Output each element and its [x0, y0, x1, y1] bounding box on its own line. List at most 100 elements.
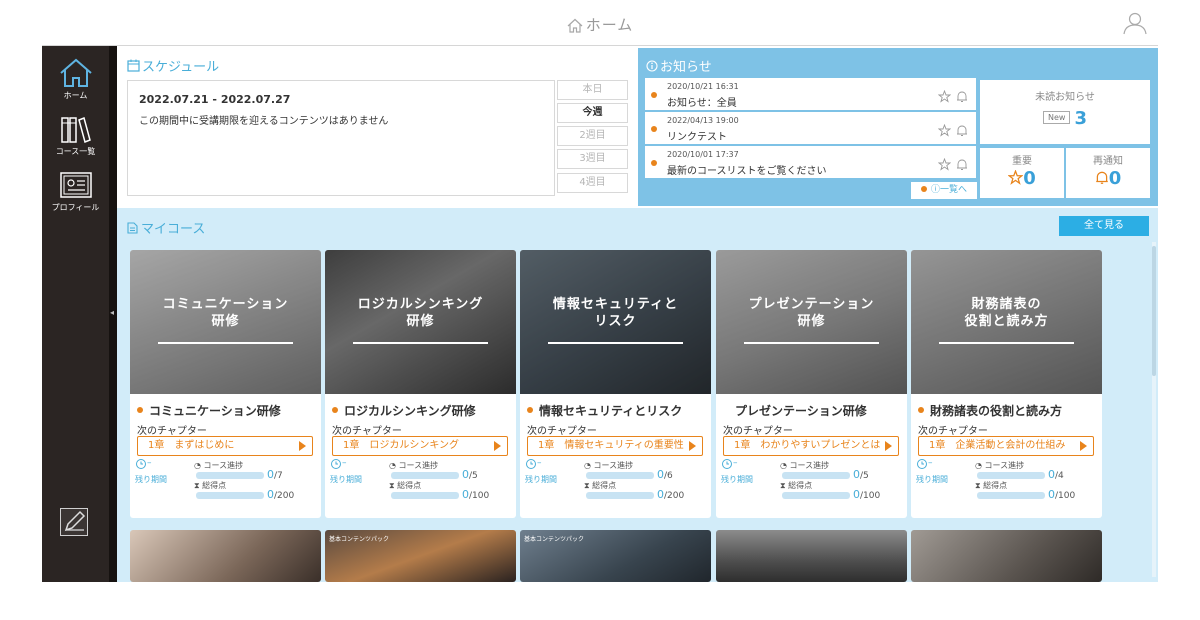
clock-icon	[917, 459, 927, 469]
important-news-box[interactable]: 重要 0	[980, 148, 1064, 198]
next-chapter-button[interactable]: 1章 情報セキュリティの重要性	[527, 436, 703, 456]
play-icon	[885, 441, 892, 451]
course-card[interactable]: ロジカルシンキング 研修ロジカルシンキング研修次のチャプター 1章 ロジカルシンキ…	[325, 250, 516, 518]
star-icon[interactable]	[937, 157, 952, 171]
sidebar-collapse-handle[interactable]: ◂	[109, 46, 117, 582]
course-name[interactable]: プレゼンテーション研修	[723, 402, 867, 419]
next-chapter-button[interactable]: 1章 わかりやすいプレゼンとは	[723, 436, 899, 456]
bell-icon[interactable]	[956, 158, 968, 171]
schedule-range: 2022.07.21 - 2022.07.27	[139, 93, 291, 106]
tab-today[interactable]: 本日	[557, 80, 628, 100]
caption-underline	[744, 342, 879, 344]
tab-week-4[interactable]: 4週目	[557, 173, 628, 193]
tab-week-3[interactable]: 3週目	[557, 149, 628, 169]
course-card[interactable]: 財務諸表の 役割と読み方 財務諸表の役割と読み方 次のチャプター 1章 企業活動と会計…	[911, 250, 1102, 518]
hourglass-icon: ⧗	[389, 481, 398, 490]
edit-button[interactable]	[60, 508, 88, 536]
play-icon	[1080, 441, 1087, 451]
thumbnail-caption: コミュニケーション 研修	[162, 297, 289, 329]
score-value: 0/100	[1048, 488, 1076, 501]
remaining-value: –	[733, 458, 738, 468]
next-chapter-label: 次のチャプター	[723, 426, 793, 437]
sidebar-item-courses[interactable]: コース一覧	[42, 114, 109, 157]
remaining-value: –	[928, 458, 933, 468]
user-menu[interactable]	[1122, 11, 1148, 39]
info-icon	[646, 60, 658, 72]
new-dot	[527, 407, 533, 413]
content-pack-tag: 基本コンテンツパック	[524, 536, 585, 543]
course-card[interactable]: コミュニケーション 研修 コミュニケーション研修 次のチャプター 1章 まずはじめに –…	[130, 250, 321, 518]
course-card[interactable]: 情報セキュリティと リスク 情報セキュリティとリスク 次のチャプター 1章 情報セキュ…	[520, 250, 711, 518]
next-chapter-button[interactable]: 1章 ロジカルシンキング	[332, 436, 508, 456]
schedule-message: この期間中に受講期限を迎えるコンテンツはありません	[139, 116, 389, 127]
next-chapter-label: 次のチャプター	[332, 426, 402, 437]
next-chapter-button[interactable]: 1章 まずはじめに	[137, 436, 313, 456]
remaining-value: –	[537, 458, 542, 468]
news-item[interactable]: 2020/10/21 16:31 お知らせ：全員	[645, 78, 976, 110]
remaining-label: 残り期間	[330, 475, 362, 484]
content-pack-tag: 基本コンテンツパック	[329, 536, 390, 543]
star-icon[interactable]	[937, 89, 952, 103]
renotify-news-box[interactable]: 再通知 0	[1066, 148, 1150, 198]
progress-bar	[586, 472, 654, 479]
main-content: スケジュール 2022.07.21 - 2022.07.27 この期間中に受講期…	[117, 46, 1158, 582]
tab-week-2[interactable]: 2週目	[557, 126, 628, 146]
hourglass-icon: ⧗	[584, 481, 593, 490]
remaining-label: 残り期間	[721, 475, 753, 484]
bell-icon[interactable]	[956, 90, 968, 103]
progress-value: 0/5	[853, 468, 869, 481]
new-badge: New	[1043, 111, 1071, 124]
score-bar	[782, 492, 850, 499]
course-thumbnail[interactable]: 情報セキュリティと リスク	[520, 250, 711, 394]
news-date: 2020/10/01 17:37	[667, 150, 739, 159]
sidebar-item-profile[interactable]: プロフィール	[42, 170, 109, 213]
course-card-row2[interactable]: 基本コンテンツパック	[325, 530, 516, 582]
thumbnail-caption: ロジカルシンキング 研修	[357, 297, 484, 329]
thumbnail-caption: プレゼンテーション 研修	[748, 297, 875, 329]
score-bar	[977, 492, 1045, 499]
thumbnail-caption: 財務諸表の 役割と読み方	[964, 297, 1049, 329]
course-card-row2[interactable]	[911, 530, 1102, 582]
sidebar-item-home[interactable]: ホーム	[42, 58, 109, 101]
user-icon[interactable]	[1122, 11, 1148, 35]
course-name[interactable]: 情報セキュリティとリスク	[527, 402, 682, 419]
top-bar: ホーム	[42, 0, 1158, 46]
score-label: ⧗ 総得点	[780, 481, 813, 490]
chevron-left-icon[interactable]: ◂	[110, 308, 114, 317]
progress-bar	[977, 472, 1045, 479]
bell-icon	[1095, 171, 1108, 184]
progress-value: 0/6	[657, 468, 673, 481]
play-icon	[689, 441, 696, 451]
caption-underline	[158, 342, 293, 344]
course-card[interactable]: プレゼンテーション 研修プレゼンテーション研修次のチャプター 1章 わかりやすいプ…	[716, 250, 907, 518]
play-icon	[299, 441, 306, 451]
news-item[interactable]: 2020/10/01 17:37 最新のコースリストをご覧ください	[645, 146, 976, 178]
course-card-row2[interactable]	[130, 530, 321, 582]
course-thumbnail[interactable]: コミュニケーション 研修	[130, 250, 321, 394]
course-card-row2[interactable]: 基本コンテンツパック	[520, 530, 711, 582]
next-chapter-button[interactable]: 1章 企業活動と会計の仕組み	[918, 436, 1094, 456]
tab-this-week[interactable]: 今週	[557, 103, 628, 123]
books-icon	[60, 116, 91, 144]
course-name[interactable]: コミュニケーション研修	[137, 402, 281, 419]
scrollbar-thumb[interactable]	[1152, 246, 1156, 376]
new-dot	[137, 407, 143, 413]
sidebar-item-label: コース一覧	[55, 147, 96, 156]
progress-label: ◔ コース進捗	[584, 461, 634, 470]
see-all-button[interactable]: 全て見る	[1059, 216, 1149, 236]
news-panel: お知らせ 2020/10/21 16:31 お知らせ：全員 2022/04/13…	[638, 48, 1158, 206]
course-thumbnail[interactable]: ロジカルシンキング 研修	[325, 250, 516, 394]
bell-icon[interactable]	[956, 124, 968, 137]
unread-news-box[interactable]: 未読お知らせ New 3	[980, 80, 1150, 144]
course-name[interactable]: 財務諸表の役割と読み方	[918, 402, 1062, 419]
course-thumbnail[interactable]: 財務諸表の 役割と読み方	[911, 250, 1102, 394]
course-card-row2[interactable]	[716, 530, 907, 582]
star-icon[interactable]	[937, 123, 952, 137]
important-label: 重要	[1012, 156, 1032, 167]
course-name[interactable]: ロジカルシンキング研修	[332, 402, 476, 419]
news-more-link[interactable]: ⓘ一覧へ	[911, 182, 977, 199]
course-thumbnail[interactable]: プレゼンテーション 研修	[716, 250, 907, 394]
info-icon: ⓘ	[930, 185, 940, 195]
unread-dot	[651, 92, 657, 98]
news-item[interactable]: 2022/04/13 19:00 リンクテスト	[645, 112, 976, 144]
